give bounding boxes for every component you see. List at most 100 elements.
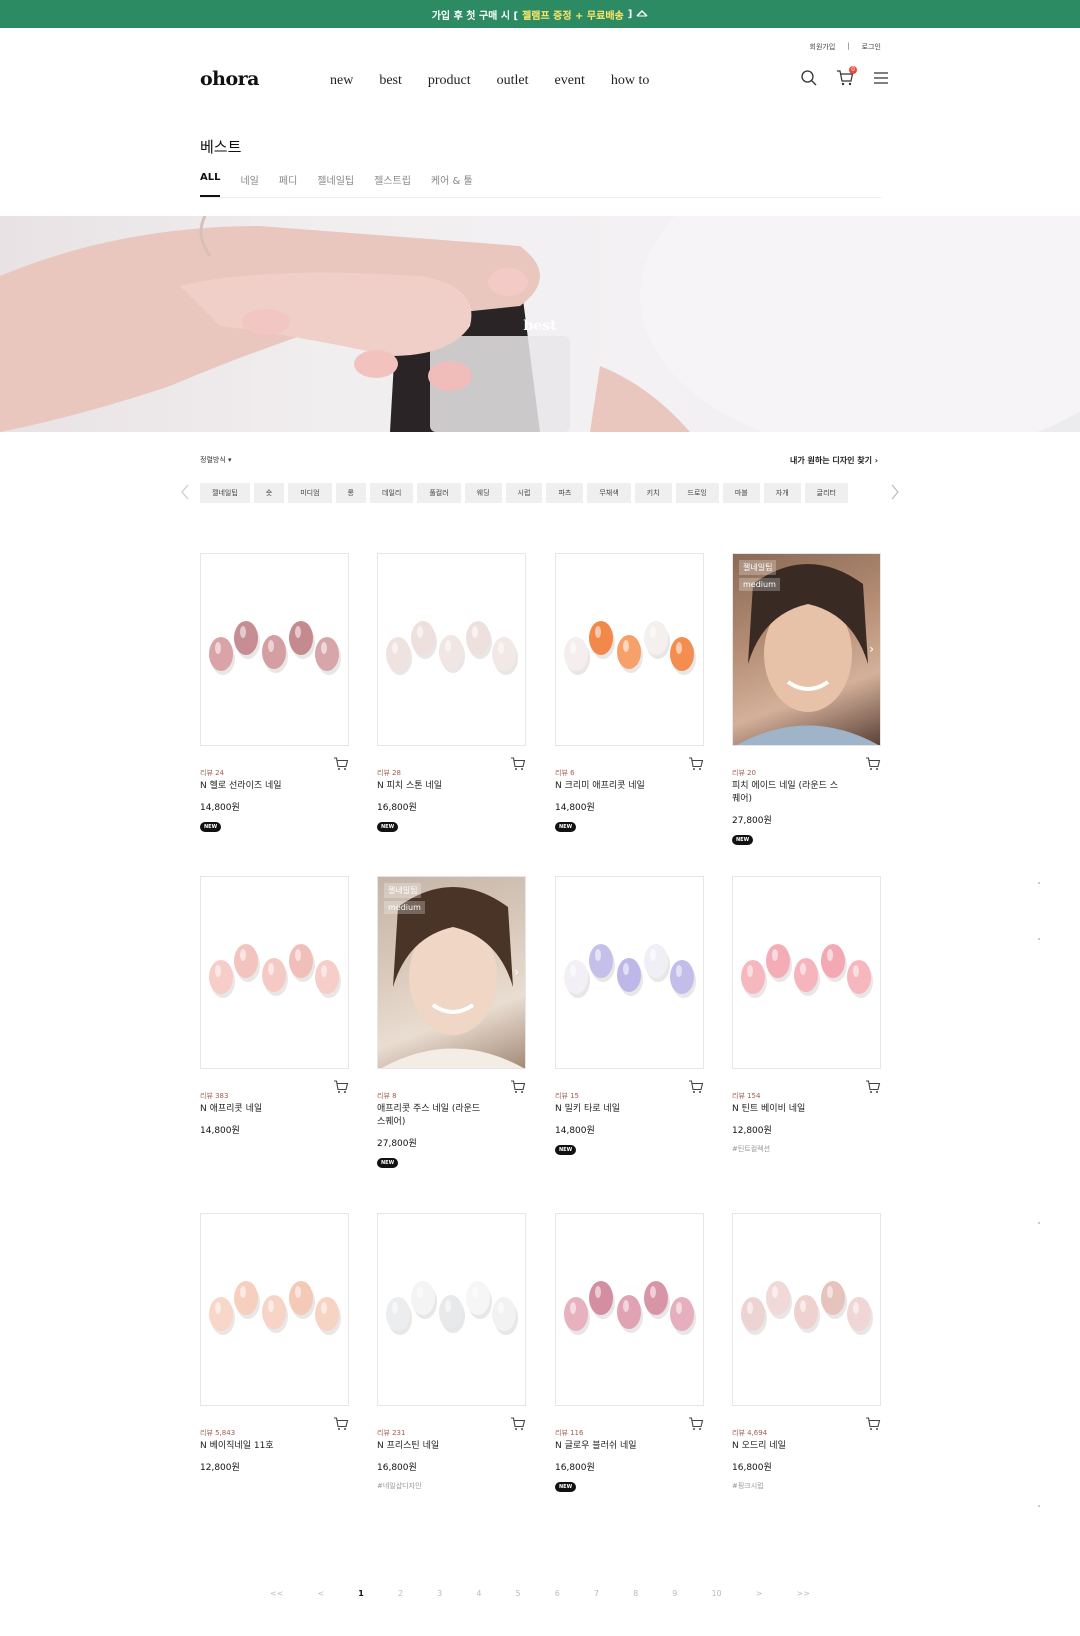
product-card[interactable]: 리뷰 24 N 헬로 선라이즈 네일 14,800원 NEW [200,553,349,832]
tag-filter[interactable]: 풀컬러 [417,483,461,503]
tag-filter[interactable]: 드로잉 [675,483,719,503]
tags-prev-icon[interactable] [180,484,190,500]
product-hashtag[interactable]: #네일샵디자인 [377,1481,526,1491]
product-name[interactable]: N 틴트 베이비 네일 [732,1103,842,1116]
product-name[interactable]: 애프리콧 주스 네일 (라운드 스퀘어) [377,1103,487,1129]
product-name[interactable]: N 오드리 네일 [732,1440,842,1453]
nav-how-to[interactable]: how to [611,73,650,89]
product-hashtag[interactable]: #핑크시럽 [732,1481,881,1491]
product-card[interactable]: 리뷰 383 N 애프리콧 네일 14,800원 [200,876,349,1136]
tag-filter[interactable]: 무채색 [587,483,631,503]
add-to-cart-icon[interactable] [333,1079,349,1093]
add-to-cart-icon[interactable] [510,756,526,770]
product-thumbnail[interactable]: 젤네일팁 medium › [732,553,881,746]
product-thumbnail[interactable] [555,553,704,746]
tag-filter[interactable]: 미디엄 [288,483,332,503]
product-thumbnail[interactable] [200,1213,349,1406]
join-link[interactable]: 회원가입 [810,42,836,52]
page-link[interactable]: 4 [476,1589,481,1598]
chevron-right-icon[interactable]: › [514,965,519,979]
page-link[interactable]: 9 [672,1589,677,1598]
page-link[interactable]: > [756,1589,763,1598]
chevron-right-icon[interactable]: › [869,642,874,656]
product-name[interactable]: 피치 에이드 네일 (라운드 스퀘어) [732,780,842,806]
product-card[interactable]: 젤네일팁 medium › 리뷰 20 피치 에이드 네일 (라운드 스퀘어) 27,80… [732,553,881,845]
product-name[interactable]: N 베이직네일 11호 [200,1440,310,1453]
login-link[interactable]: 로그인 [862,42,881,52]
product-thumbnail[interactable] [555,876,704,1069]
nav-product[interactable]: product [428,73,471,89]
tag-filter[interactable]: 키치 [634,483,672,503]
page-link[interactable]: 1 [358,1589,364,1598]
product-name[interactable]: N 크리미 애프리콧 네일 [555,780,665,793]
product-thumbnail[interactable] [377,553,526,746]
product-card[interactable]: 리뷰 28 N 피치 스톤 네일 16,800원 NEW [377,553,526,832]
brand-logo[interactable]: ohora [200,68,259,90]
tags-next-icon[interactable] [890,484,900,500]
product-name[interactable]: N 헬로 선라이즈 네일 [200,780,310,793]
nav-outlet[interactable]: outlet [497,73,529,89]
tag-filter[interactable]: 롱 [335,483,366,503]
product-card[interactable]: 리뷰 6 N 크리미 애프리콧 네일 14,800원 NEW [555,553,704,832]
product-name[interactable]: N 프리스틴 네일 [377,1440,487,1453]
nav-new[interactable]: new [330,73,353,89]
menu-icon[interactable] [872,69,890,87]
add-to-cart-icon[interactable] [688,756,704,770]
cart-icon[interactable]: 0 [836,66,857,87]
page-link[interactable]: << [270,1589,283,1598]
product-card[interactable]: 리뷰 116 N 글로우 블러쉬 네일 16,800원 NEW [555,1213,704,1492]
tab-nail[interactable]: 네일 [240,172,258,187]
product-thumbnail[interactable] [555,1213,704,1406]
page-link[interactable]: 5 [516,1589,521,1598]
product-card[interactable]: 리뷰 154 N 틴트 베이비 네일 12,800원 #틴트컬렉션 [732,876,881,1154]
page-link[interactable]: 7 [594,1589,599,1598]
product-name[interactable]: N 애프리콧 네일 [200,1103,310,1116]
product-thumbnail[interactable]: 젤네일팁 medium › [377,876,526,1069]
tag-filter[interactable]: 웨딩 [464,483,502,503]
product-name[interactable]: N 밀키 타로 네일 [555,1103,665,1116]
add-to-cart-icon[interactable] [510,1079,526,1093]
product-hashtag[interactable]: #틴트컬렉션 [732,1144,881,1154]
tab-all[interactable]: ALL [200,172,221,197]
product-thumbnail[interactable] [377,1213,526,1406]
add-to-cart-icon[interactable] [510,1416,526,1430]
tag-filter[interactable]: 파츠 [546,483,584,503]
page-link[interactable]: 10 [711,1589,721,1598]
add-to-cart-icon[interactable] [688,1079,704,1093]
page-link[interactable]: < [318,1589,325,1598]
add-to-cart-icon[interactable] [333,1416,349,1430]
promo-banner[interactable]: 가입 후 첫 구매 시 [ 젤램프 증정 + 무료배송 ] [0,0,1080,28]
product-card[interactable]: 리뷰 15 N 밀키 타로 네일 14,800원 NEW [555,876,704,1155]
page-link[interactable]: 6 [555,1589,560,1598]
page-link[interactable]: 8 [633,1589,638,1598]
nav-best[interactable]: best [379,73,402,89]
product-card[interactable]: 리뷰 5,843 N 베이직네일 11호 12,800원 [200,1213,349,1473]
add-to-cart-icon[interactable] [865,1416,881,1430]
product-card[interactable]: 리뷰 4,694 N 오드리 네일 16,800원 #핑크시럽 [732,1213,881,1491]
product-card[interactable]: 리뷰 231 N 프리스틴 네일 16,800원 #네일샵디자인 [377,1213,526,1491]
product-thumbnail[interactable] [200,553,349,746]
tag-filter[interactable]: 시럽 [505,483,543,503]
tab-gel-strip[interactable]: 젤스트립 [374,172,411,187]
sort-dropdown[interactable]: 정렬방식 ▾ [200,455,232,465]
search-icon[interactable] [800,69,818,87]
add-to-cart-icon[interactable] [865,1079,881,1093]
tag-filter[interactable]: 숏 [253,483,285,503]
page-link[interactable]: >> [797,1589,810,1598]
product-thumbnail[interactable] [732,876,881,1069]
tag-filter[interactable]: 글리터 [804,483,848,503]
tab-pedi[interactable]: 페디 [279,172,297,187]
product-thumbnail[interactable] [732,1213,881,1406]
tag-filter[interactable]: 자개 [763,483,801,503]
tag-filter[interactable]: 마블 [722,483,760,503]
add-to-cart-icon[interactable] [688,1416,704,1430]
tab-gel-tip[interactable]: 젤네일팁 [317,172,354,187]
product-thumbnail[interactable] [200,876,349,1069]
nav-event[interactable]: event [555,73,585,89]
tag-filter[interactable]: 데일리 [370,483,414,503]
add-to-cart-icon[interactable] [865,756,881,770]
tag-filter[interactable]: 젤네일팁 [200,483,250,503]
add-to-cart-icon[interactable] [333,756,349,770]
product-name[interactable]: N 피치 스톤 네일 [377,780,487,793]
product-name[interactable]: N 글로우 블러쉬 네일 [555,1440,665,1453]
